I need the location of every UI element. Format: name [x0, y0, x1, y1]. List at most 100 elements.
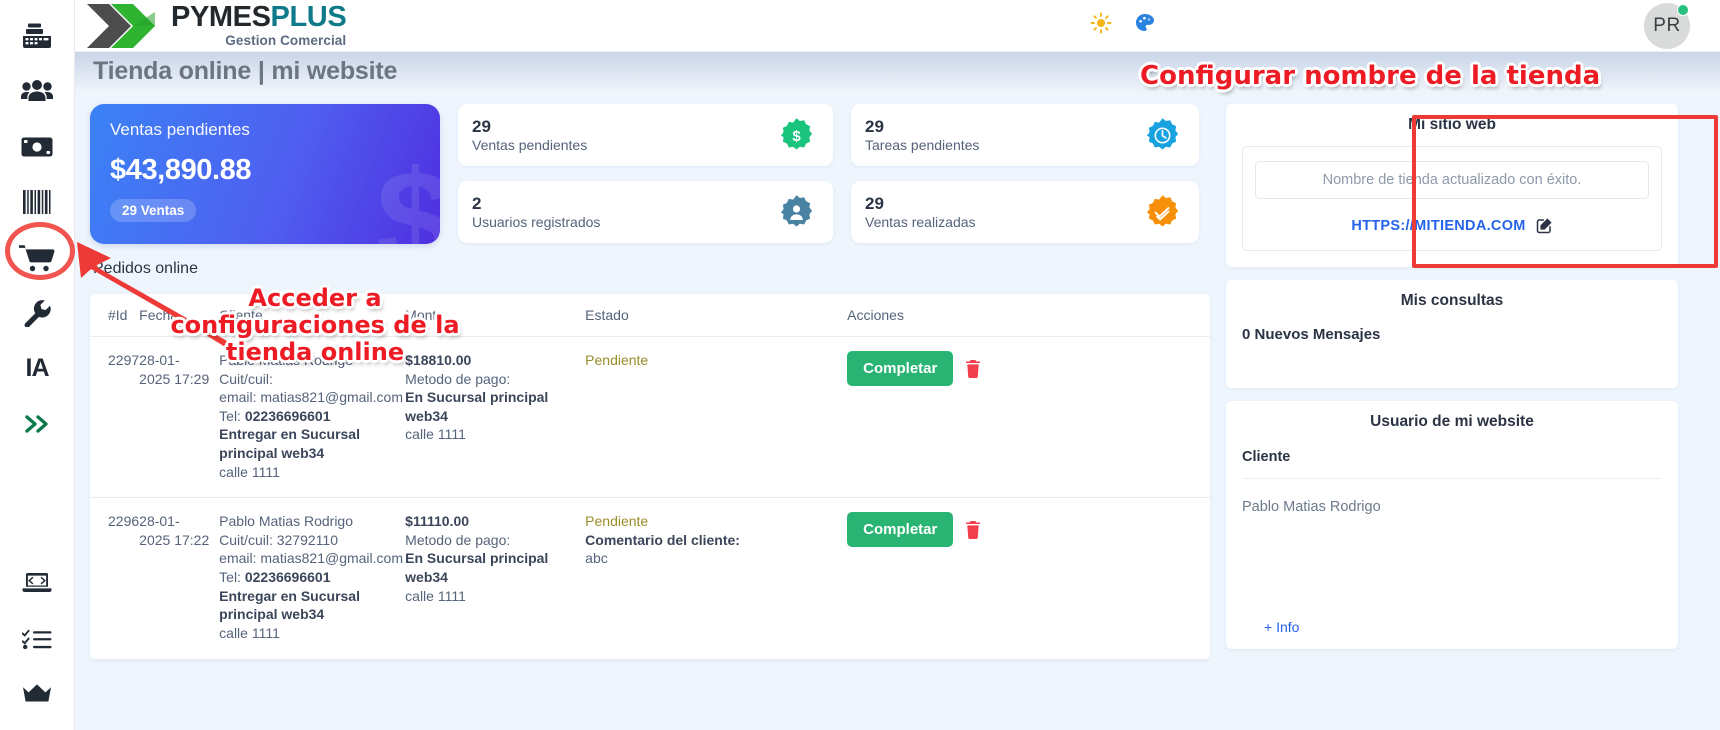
double-chevron-right-icon [23, 413, 51, 435]
money-bill-icon [21, 137, 53, 157]
kpi-value: 29 [472, 116, 491, 136]
sidebar-item-cash-register[interactable] [14, 16, 60, 55]
cliente-email: email: matias821@gmail.com [219, 550, 403, 567]
status-badge: Pendiente [585, 513, 649, 530]
featured-kpi-chip: 29 Ventas [110, 199, 197, 222]
sidebar-item-barcode[interactable] [14, 182, 60, 221]
checklist-icon [22, 628, 52, 650]
trash-icon[interactable] [965, 359, 981, 378]
palette-icon[interactable] [1132, 10, 1158, 36]
content: $ Ventas pendientes $43,890.88 29 Ventas… [75, 90, 1720, 730]
mi-sitio-web-title: Mi sitio web [1408, 116, 1496, 133]
col-header-fecha: Fecha [139, 294, 220, 337]
trash-icon[interactable] [965, 520, 981, 539]
kpi-label: Usuarios registrados [472, 214, 601, 231]
user-badge-icon [778, 194, 815, 231]
mi-sitio-web-card: Mi sitio web Nombre de tienda actualizad… [1226, 104, 1678, 267]
cell-fecha: 28-01- 2025 17:29 [139, 336, 220, 499]
sidebar-item-money[interactable] [14, 127, 60, 166]
featured-kpi-card: $ Ventas pendientes $43,890.88 29 Ventas [90, 104, 440, 244]
brand[interactable]: PYMESPLUS Gestion Comercial [75, 1, 347, 50]
kpi-card-ventas-pendientes[interactable]: 29 Ventas pendientes $ [458, 104, 833, 166]
kpi-label: Ventas pendientes [472, 137, 588, 154]
edit-square-icon[interactable] [1536, 217, 1553, 234]
col-header-id: #Id [90, 294, 140, 337]
page-title: Tienda online | mi website [93, 56, 398, 85]
sidebar-item-users[interactable] [14, 71, 60, 110]
monto-direccion: calle 1111 [405, 587, 466, 604]
wrench-icon [23, 299, 51, 327]
orders-card: #Id Fecha Cliente Monto Estado Acciones [90, 294, 1210, 660]
cliente-telefono: Tel: 02236696601 [219, 407, 405, 426]
cash-register-icon [22, 23, 52, 49]
comentario-label: Comentario del cliente: [585, 531, 740, 548]
kpi-row: $ Ventas pendientes $43,890.88 29 Ventas… [90, 104, 1210, 244]
cell-cliente: Pablo Matias Rodrigo Cuit/cuil: 32792110… [219, 497, 406, 660]
monto-valor: $11110.00 [405, 513, 470, 530]
barcode-icon [22, 190, 52, 215]
telefono-valor: 02236696601 [244, 569, 331, 586]
cliente-direccion: calle 1111 [219, 463, 280, 480]
kpi-card-tareas-pendientes[interactable]: 29 Tareas pendientes [851, 104, 1199, 166]
cell-monto: $11110.00 Metodo de pago: En Sucursal pr… [405, 497, 586, 660]
page-header: Tienda online | mi website [75, 52, 1720, 90]
telefono-label: Tel: [219, 569, 241, 586]
double-chevron-logo-icon [85, 2, 163, 50]
kpi-card-usuarios-registrados[interactable]: 2 Usuarios registrados [458, 181, 833, 243]
fecha-line1: 28-01- [139, 513, 180, 530]
sidebar-item-premium[interactable] [14, 675, 60, 714]
cliente-cuit: Cuit/cuil: 32792110 [219, 531, 338, 548]
cell-fecha: 28-01- 2025 17:22 [139, 497, 220, 660]
cliente-entrega: Entregar en Sucursal principal web34 [219, 426, 360, 462]
avatar-status-dot [1677, 4, 1689, 16]
cliente-cuit: Cuit/cuil: [219, 370, 273, 387]
kpi-value: 2 [472, 193, 482, 213]
usuario-client-name: Pablo Matias Rodrigo [1242, 499, 1381, 515]
sidebar-item-ia[interactable]: IA [14, 349, 60, 388]
sidebar-item-tienda-online[interactable] [14, 238, 60, 277]
users-icon [21, 79, 53, 103]
content-left: $ Ventas pendientes $43,890.88 29 Ventas… [75, 104, 1210, 730]
cliente-telefono: Tel: 02236696601 [219, 568, 405, 587]
kpi-card-ventas-realizadas[interactable]: 29 Ventas realizadas [851, 181, 1199, 243]
mis-consultas-card: Mis consultas 0 Nuevos Mensajes [1226, 280, 1678, 388]
sidebar-item-herramientas[interactable] [14, 293, 60, 332]
sidebar-item-tareas[interactable] [14, 619, 60, 658]
monto-metodo: En Sucursal principal web34 [405, 550, 549, 586]
brand-name-primary: PYMES [171, 1, 271, 34]
app-root: IA PYMESPLUS Gestion Comercial PR Tienda… [0, 0, 1720, 730]
cell-acciones: Completar [847, 497, 1210, 660]
col-header-acciones: Acciones [847, 294, 1210, 337]
mis-consultas-title: Mis consultas [1400, 292, 1504, 309]
cliente-direccion: calle 1111 [219, 624, 280, 641]
completar-button[interactable]: Completar [847, 512, 954, 548]
kpi-label: Tareas pendientes [865, 137, 980, 154]
fecha-line1: 28-01- [139, 352, 180, 368]
col-header-estado: Estado [585, 294, 848, 337]
sun-icon[interactable] [1088, 10, 1114, 36]
crown-icon [22, 683, 52, 705]
store-name-input[interactable]: Nombre de tienda actualizado con éxito. [1255, 161, 1649, 199]
cliente-nombre: Pablo Matias Rodrigo [219, 352, 354, 368]
dollar-badge-icon: $ [778, 117, 815, 154]
cell-monto: $18810.00 Metodo de pago: En Sucursal pr… [405, 336, 586, 499]
avatar[interactable]: PR [1644, 3, 1690, 49]
cell-estado: Pendiente Comentario del cliente: abc [585, 497, 848, 660]
monto-direccion: calle 1111 [405, 426, 466, 443]
monto-valor: $18810.00 [405, 352, 472, 368]
cell-estado: Pendiente [585, 336, 848, 499]
table-row[interactable]: 2296 28-01- 2025 17:22 Pablo Matias Rodr… [90, 497, 1210, 660]
shopping-cart-icon [19, 243, 55, 273]
main-area: PYMESPLUS Gestion Comercial PR Tienda on… [75, 0, 1720, 730]
cell-id: 2296 [90, 497, 140, 660]
store-url-link[interactable]: HTTPS://MITIENDA.COM [1351, 218, 1525, 234]
mas-info-link[interactable]: + Info [1264, 619, 1299, 635]
monto-metodo: En Sucursal principal web34 [405, 389, 549, 424]
completar-button[interactable]: Completar [847, 351, 954, 386]
sidebar-item-desarrollo[interactable] [14, 564, 60, 603]
cell-id: 2297 [90, 336, 140, 499]
table-row[interactable]: 2297 28-01- 2025 17:29 Pablo Matias Rodr… [90, 336, 1210, 499]
sidebar-item-expand[interactable] [14, 404, 60, 443]
table-header-row: #Id Fecha Cliente Monto Estado Acciones [90, 294, 1210, 337]
brand-tagline: Gestion Comercial [225, 33, 347, 49]
